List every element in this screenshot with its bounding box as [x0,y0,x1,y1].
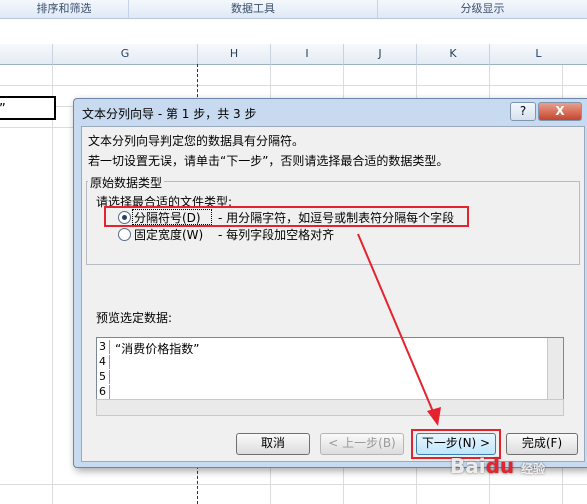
cancel-button[interactable]: 取消 [236,433,310,455]
preview-row-number: 5 [99,370,110,384]
selected-cell[interactable] [0,96,56,120]
back-button[interactable]: < 上一步(B) [320,433,404,455]
preview-vertical-scrollbar[interactable] [547,338,563,399]
text-to-columns-dialog: 文本分列向导 - 第 1 步，共 3 步 ? X 文本分列向导判定您的数据具有分… [73,98,587,468]
grid-line [52,65,53,504]
group-title: 原始数据类型 [88,174,165,191]
dialog-titlebar[interactable]: 文本分列向导 - 第 1 步，共 3 步 ? X [74,99,587,125]
highlight-annotation-delimited [104,206,469,227]
preview-label: 预览选定数据: [96,311,173,325]
fixed-width-radio[interactable] [118,228,131,241]
fixed-width-label[interactable]: 固定宽度(W) [134,226,203,243]
ribbon-group-data-tools[interactable]: 数据工具 [129,0,378,18]
column-header-k[interactable]: K [417,44,490,65]
close-button[interactable]: X [538,102,582,121]
watermark-logo: Baidu 经验 [450,454,546,478]
help-button[interactable]: ? [510,102,536,121]
grid-line [0,85,587,86]
column-header-l[interactable]: L [490,44,587,65]
column-header-h[interactable]: H [198,44,271,65]
intro-line-2: 若一切设置无误，请单击“下一步”，否则请选择最合适的数据类型。 [88,154,449,168]
column-header-g[interactable]: G [53,44,198,65]
dialog-body: 文本分列向导判定您的数据具有分隔符。 若一切设置无误，请单击“下一步”，否则请选… [81,126,585,462]
preview-row-number: 3 [99,340,110,354]
ribbon-group-bar: 排序和筛选 数据工具 分级显示 [0,0,587,19]
finish-button[interactable]: 完成(F) [506,433,578,455]
intro-line-1: 文本分列向导判定您的数据具有分隔符。 [88,134,305,148]
preview-row-number: 4 [99,355,110,369]
ribbon-group-sort-filter[interactable]: 排序和筛选 [0,0,129,18]
column-header-j[interactable]: J [344,44,417,65]
column-header-blank[interactable] [0,44,53,65]
dialog-title: 文本分列向导 - 第 1 步，共 3 步 [82,107,257,121]
preview-pane[interactable]: 3 “消费价格指数” 4 5 6 [96,337,564,400]
preview-row-number: 6 [99,385,110,399]
preview-row-text: “消费价格指数” [115,342,200,356]
cell-text: 数” [0,98,6,117]
column-header-i[interactable]: I [271,44,344,65]
ribbon-group-outline[interactable]: 分级显示 [378,0,587,18]
grid-line [0,484,587,485]
fixed-width-description: - 每列字段加空格对齐 [218,228,335,242]
preview-horizontal-scrollbar[interactable] [96,399,564,416]
